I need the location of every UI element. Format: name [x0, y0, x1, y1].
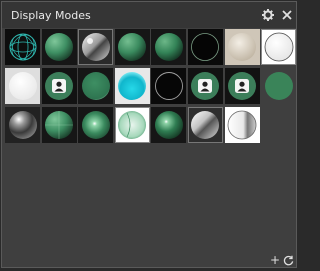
gear-icon[interactable] [260, 7, 276, 23]
cyan-glow-sphere-icon [118, 72, 147, 100]
white-sphere-icon [264, 32, 294, 62]
dark-outline-sphere-icon [154, 72, 183, 100]
display-mode-tile[interactable] [151, 107, 187, 143]
display-mode-tile[interactable] [41, 29, 77, 65]
display-mode-tile[interactable] [5, 68, 40, 104]
refresh-icon[interactable] [282, 254, 294, 266]
display-mode-tile[interactable] [261, 29, 297, 65]
x-ray-sphere-icon [118, 111, 147, 139]
display-mode-tile[interactable] [224, 107, 260, 143]
display-mode-tile[interactable] [5, 29, 40, 65]
wireframe-sphere-icon [9, 33, 36, 61]
display-mode-tile[interactable] [78, 29, 114, 65]
display-mode-tile[interactable] [5, 107, 40, 143]
display-mode-tile[interactable] [224, 68, 260, 104]
panel-title: Display Modes [11, 9, 91, 22]
green-rim-sphere-icon [81, 72, 110, 100]
white-flat-sphere-icon [8, 72, 37, 100]
user-avatar-sphere-icon [45, 72, 74, 100]
display-mode-tile[interactable] [78, 107, 114, 143]
display-mode-tile[interactable] [114, 107, 150, 143]
textured-sphere-icon [228, 33, 257, 61]
display-mode-tile[interactable] [187, 68, 223, 104]
plus-icon[interactable]: + [269, 253, 281, 267]
silver-sphere-icon [191, 111, 220, 139]
display-mode-tile[interactable] [114, 68, 150, 104]
gridded-green-sphere-icon [45, 111, 74, 139]
specular-green-sphere-icon [81, 111, 110, 139]
shiny-green-sphere-icon [154, 111, 183, 139]
display-mode-tile[interactable] [41, 68, 77, 104]
display-modes-panel: Display Modes + [1, 1, 297, 268]
half-shaded-sphere-icon [227, 110, 257, 140]
display-mode-tile[interactable] [41, 107, 77, 143]
user-avatar-sphere-icon [191, 72, 220, 100]
display-mode-tile[interactable] [151, 68, 187, 104]
close-icon[interactable] [279, 7, 295, 23]
chrome-sphere-icon [81, 33, 110, 61]
display-modes-grid [5, 29, 297, 143]
user-avatar-sphere-icon [228, 72, 257, 100]
outline-sphere-icon [191, 33, 220, 61]
display-mode-tile[interactable] [151, 29, 187, 65]
shaded-green-sphere-icon [154, 33, 183, 61]
shaded-green-sphere-icon [45, 33, 74, 61]
display-mode-tile[interactable] [114, 29, 150, 65]
display-mode-tile[interactable] [187, 107, 223, 143]
shaded-green-sphere-icon [118, 33, 147, 61]
display-mode-tile[interactable] [261, 68, 297, 104]
glossy-metal-sphere-icon [8, 111, 37, 139]
display-mode-tile[interactable] [224, 29, 260, 65]
title-bar: Display Modes [2, 2, 296, 28]
display-mode-tile[interactable] [187, 29, 223, 65]
display-mode-tile[interactable] [78, 68, 114, 104]
flat-green-circle-icon [264, 72, 293, 100]
